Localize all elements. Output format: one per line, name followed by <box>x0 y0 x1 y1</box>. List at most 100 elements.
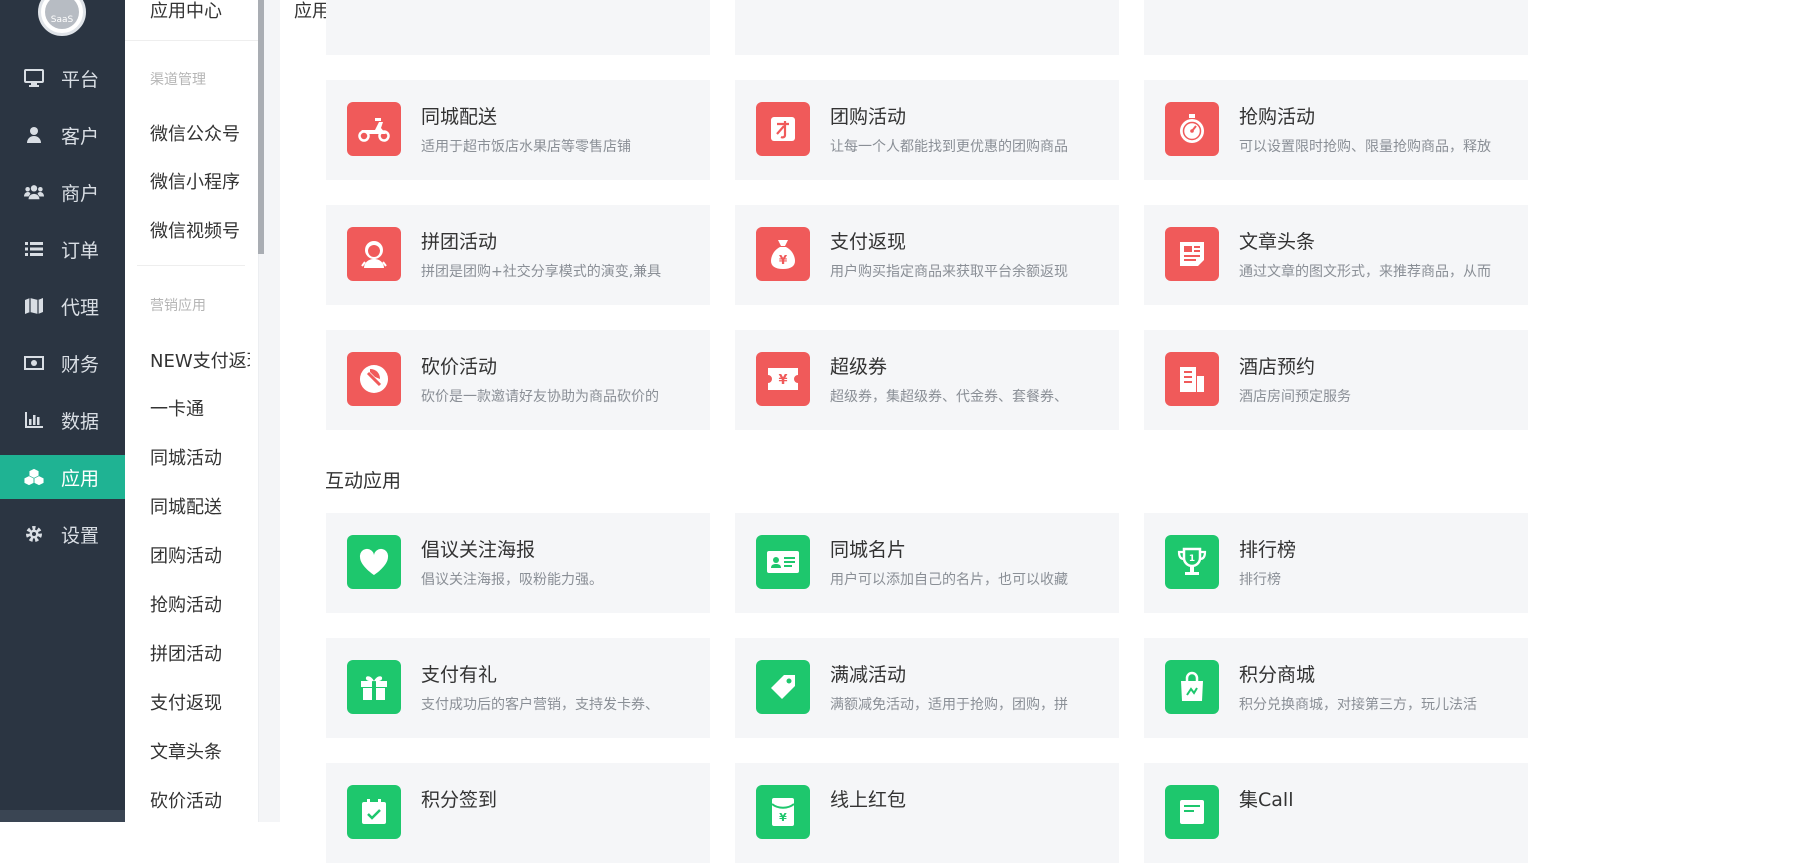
gear-icon <box>24 524 44 544</box>
card-title: 支付有礼 <box>421 664 498 686</box>
card-title: 集Call <box>1239 789 1294 811</box>
nav-label: 客户 <box>61 125 100 148</box>
svg-text:1: 1 <box>1189 554 1195 564</box>
map-icon <box>24 296 44 316</box>
users-icon <box>24 182 44 202</box>
app-card-hotel[interactable]: 酒店预约 酒店房间预定服务 <box>1144 330 1528 430</box>
app-card-bargain[interactable]: 砍价活动 砍价是一款邀请好友协助为商品砍价的 <box>326 330 710 430</box>
card-title: 同城配送 <box>421 106 498 128</box>
card-title: 文章头条 <box>1239 231 1316 253</box>
calendar-check-icon <box>347 785 401 839</box>
pin-group-icon <box>347 227 401 281</box>
card-title: 支付返现 <box>830 231 907 253</box>
submenu-title: 应用中心 <box>150 1 222 22</box>
cubes-icon <box>24 467 44 487</box>
svg-text:¥: ¥ <box>779 253 788 267</box>
nav-item-data[interactable]: 数据 <box>0 398 125 442</box>
nav-item-merchant[interactable]: 商户 <box>0 170 125 214</box>
card-title: 积分签到 <box>421 789 498 811</box>
submenu-item-wechat-miniprogram[interactable]: 微信小程序 <box>150 168 250 194</box>
submenu-item-new-pay-cashback[interactable]: NEW支付返现 <box>150 347 250 373</box>
nav-item-customer[interactable]: 客户 <box>0 113 125 157</box>
shopping-bag-icon <box>1165 660 1219 714</box>
app-card-points-checkin[interactable]: 积分签到 <box>326 763 710 863</box>
submenu-item-one-card[interactable]: 一卡通 <box>150 395 250 421</box>
red-envelope-icon: ¥ <box>756 785 810 839</box>
heart-icon <box>347 535 401 589</box>
nav-item-apps[interactable]: 应用 <box>0 455 125 499</box>
app-card-follow-poster[interactable]: 倡议关注海报 倡议关注海报，吸粉能力强。 <box>326 513 710 613</box>
card-title: 线上红包 <box>830 789 907 811</box>
nav-label: 订单 <box>61 239 100 262</box>
app-card-online-red-packet[interactable]: ¥ 线上红包 <box>735 763 1119 863</box>
logo-text: SaaS <box>50 15 74 25</box>
submenu: 应用中心 渠道管理 微信公众号 微信小程序 微信视频号 营销应用 NEW支付返现… <box>125 0 258 822</box>
money-icon <box>24 353 44 373</box>
app-card-ji-call[interactable]: 集Call <box>1144 763 1528 863</box>
card-title: 同城名片 <box>830 539 907 561</box>
nav-item-settings[interactable]: 设置 <box>0 512 125 556</box>
app-card-flash-sale[interactable]: 抢购活动 可以设置限时抢购、限量抢购商品，释放 <box>1144 80 1528 180</box>
card-desc: 适用于超市饭店水果店等零售店铺 <box>421 139 631 155</box>
submenu-item-wechat-official[interactable]: 微信公众号 <box>150 120 250 146</box>
submenu-item-wechat-video[interactable]: 微信视频号 <box>150 217 250 243</box>
tag-icon <box>756 660 810 714</box>
submenu-group-marketing: 营销应用 <box>150 298 206 314</box>
trophy-icon: 1 <box>1165 535 1219 589</box>
nav-item-order[interactable]: 订单 <box>0 227 125 271</box>
nav-label: 财务 <box>61 353 100 376</box>
logo[interactable]: SaaS <box>38 0 86 36</box>
submenu-item-city-delivery[interactable]: 同城配送 <box>150 493 250 519</box>
main-content: 应用插件库 同城配送 适用于超市饭店水果店等零售店铺 团购活动 让每一个人都能找… <box>280 0 1795 863</box>
app-card-full-reduction[interactable]: 满减活动 满额减免活动，适用于抢购，团购，拼 <box>735 638 1119 738</box>
submenu-scroll-thumb[interactable] <box>258 0 264 254</box>
app-card-city-delivery[interactable]: 同城配送 适用于超市饭店水果店等零售店铺 <box>326 80 710 180</box>
card-title: 满减活动 <box>830 664 907 686</box>
app-card-pin-group[interactable]: 拼团活动 拼团是团购+社交分享模式的演变,兼具 <box>326 205 710 305</box>
card-desc: 酒店房间预定服务 <box>1239 389 1351 405</box>
nav-item-platform[interactable]: 平台 <box>0 56 125 100</box>
app-card-pay-gift[interactable]: 支付有礼 支付成功后的客户营销，支持发卡券、 <box>326 638 710 738</box>
card-desc: 排行榜 <box>1239 572 1281 588</box>
nav-label: 数据 <box>61 410 100 433</box>
app-card-article[interactable]: 文章头条 通过文章的图文形式，来推荐商品，从而 <box>1144 205 1528 305</box>
nav-label: 平台 <box>61 68 100 91</box>
card-desc: 让每一个人都能找到更优惠的团购商品 <box>830 139 1068 155</box>
list-icon <box>24 239 44 259</box>
card-title: 超级券 <box>830 356 888 378</box>
card-desc: 支付成功后的客户营销，支持发卡券、 <box>421 697 659 713</box>
card-desc: 用户可以添加自己的名片，也可以收藏 <box>830 572 1068 588</box>
card-title: 拼团活动 <box>421 231 498 253</box>
app-card-super-coupon[interactable]: ¥ 超级券 超级券，集超级券、代金券、套餐券、 <box>735 330 1119 430</box>
card-title: 砍价活动 <box>421 356 498 378</box>
board-icon <box>1165 785 1219 839</box>
app-card-pay-cashback[interactable]: ¥ 支付返现 用户购买指定商品来获取平台余额返现 <box>735 205 1119 305</box>
submenu-item-city-activity[interactable]: 同城活动 <box>150 444 250 470</box>
submenu-divider <box>137 265 245 266</box>
submenu-item-group-buy[interactable]: 团购活动 <box>150 542 250 568</box>
app-card-business-card[interactable]: 同城名片 用户可以添加自己的名片，也可以收藏 <box>735 513 1119 613</box>
app-card-leaderboard[interactable]: 1 排行榜 排行榜 <box>1144 513 1528 613</box>
group-buy-icon <box>756 102 810 156</box>
main-nav: SaaS 平台 客户 商户 订单 代理 财务 数据 应用 设置 <box>0 0 125 822</box>
app-card-points-mall[interactable]: 积分商城 积分兑换商城，对接第三方，玩儿法活 <box>1144 638 1528 738</box>
axe-icon <box>347 352 401 406</box>
card-title: 积分商城 <box>1239 664 1316 686</box>
submenu-divider <box>125 40 258 41</box>
card-title: 排行榜 <box>1239 539 1297 561</box>
gift-icon <box>347 660 401 714</box>
submenu-item-bargain[interactable]: 砍价活动 <box>150 787 250 813</box>
submenu-item-pay-cashback[interactable]: 支付返现 <box>150 689 250 715</box>
submenu-item-article[interactable]: 文章头条 <box>150 738 250 764</box>
submenu-item-pin-group[interactable]: 拼团活动 <box>150 640 250 666</box>
money-bag-icon: ¥ <box>756 227 810 281</box>
submenu-item-flash-sale[interactable]: 抢购活动 <box>150 591 250 617</box>
card-desc: 通过文章的图文形式，来推荐商品，从而 <box>1239 264 1491 280</box>
card-desc: 砍价是一款邀请好友协助为商品砍价的 <box>421 389 659 405</box>
nav-item-finance[interactable]: 财务 <box>0 341 125 385</box>
submenu-group-channel: 渠道管理 <box>150 72 206 88</box>
nav-item-agent[interactable]: 代理 <box>0 284 125 328</box>
monitor-icon <box>24 68 44 88</box>
nav-label: 设置 <box>61 524 100 547</box>
app-card-group-buy[interactable]: 团购活动 让每一个人都能找到更优惠的团购商品 <box>735 80 1119 180</box>
